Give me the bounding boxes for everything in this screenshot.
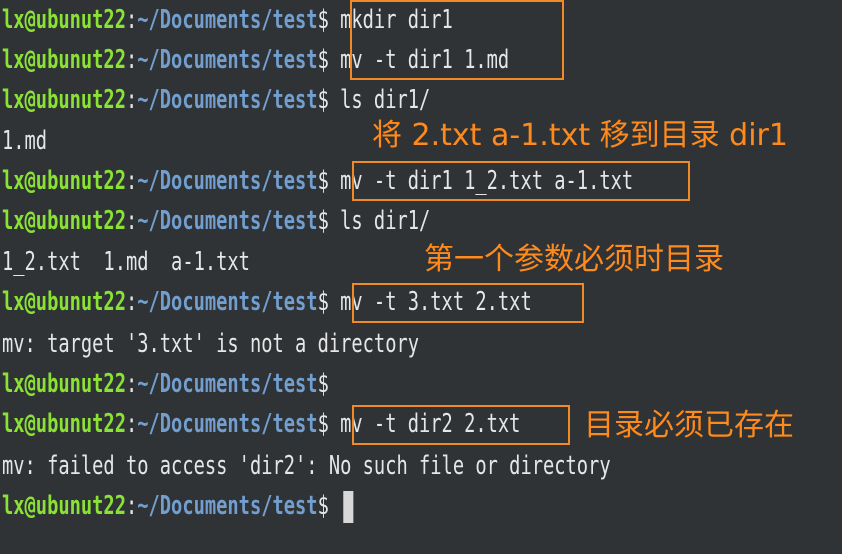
annotation-note: 将 2.txt a-1.txt 移到目录 dir1 [372,118,788,153]
prompt-path: ~/Documents/test [137,85,318,115]
highlight-box-mv-multiple [352,161,690,201]
prompt-user-host: lx@ubunut22 [2,491,126,521]
prompt-path: ~/Documents/test [137,409,318,439]
prompt-user-host: lx@ubunut22 [2,409,126,439]
terminal-line[interactable]: lx@ubunut22:~/Documents/test$ [2,486,354,526]
command-text [329,491,340,521]
prompt-path: ~/Documents/test [137,45,318,75]
terminal-line: lx@ubunut22:~/Documents/test$ [2,369,329,399]
annotation-note: 目录必须已存在 [584,408,794,443]
prompt-user-host: lx@ubunut22 [2,206,126,236]
prompt-user-host: lx@ubunut22 [2,287,126,317]
prompt-path: ~/Documents/test [137,206,318,236]
output-line: mv: failed to access 'dir2': No such fil… [2,451,611,481]
terminal-window[interactable]: lx@ubunut22:~/Documents/test$ mkdir dir1… [0,0,842,554]
annotation-note: 第一个参数必须时目录 [424,242,724,277]
highlight-box-mv-missing-dir [352,405,570,445]
prompt-path: ~/Documents/test [137,166,318,196]
highlight-box-mv-file-target [352,283,584,323]
prompt-path: ~/Documents/test [137,287,318,317]
command-text: ls dir1/ [328,206,431,236]
prompt-user-host: lx@ubunut22 [2,166,126,196]
prompt-user-host: lx@ubunut22 [2,45,126,75]
text-cursor [342,490,354,523]
prompt-path: ~/Documents/test [137,491,318,521]
command-text: ls dir1/ [328,85,431,115]
output-line: 1.md [2,126,48,156]
output-line: mv: target '3.txt' is not a directory [2,329,420,359]
highlight-box-mkdir-mv [350,0,564,80]
prompt-user-host: lx@ubunut22 [2,85,126,115]
prompt-path: ~/Documents/test [137,369,318,399]
output-line: 1_2.txt 1.md a-1.txt [2,247,250,277]
prompt-user-host: lx@ubunut22 [2,5,126,35]
prompt-user-host: lx@ubunut22 [2,369,126,399]
prompt-path: ~/Documents/test [137,5,318,35]
terminal-line: lx@ubunut22:~/Documents/test$ ls dir1/ [2,206,431,236]
terminal-line: lx@ubunut22:~/Documents/test$ ls dir1/ [2,85,431,115]
